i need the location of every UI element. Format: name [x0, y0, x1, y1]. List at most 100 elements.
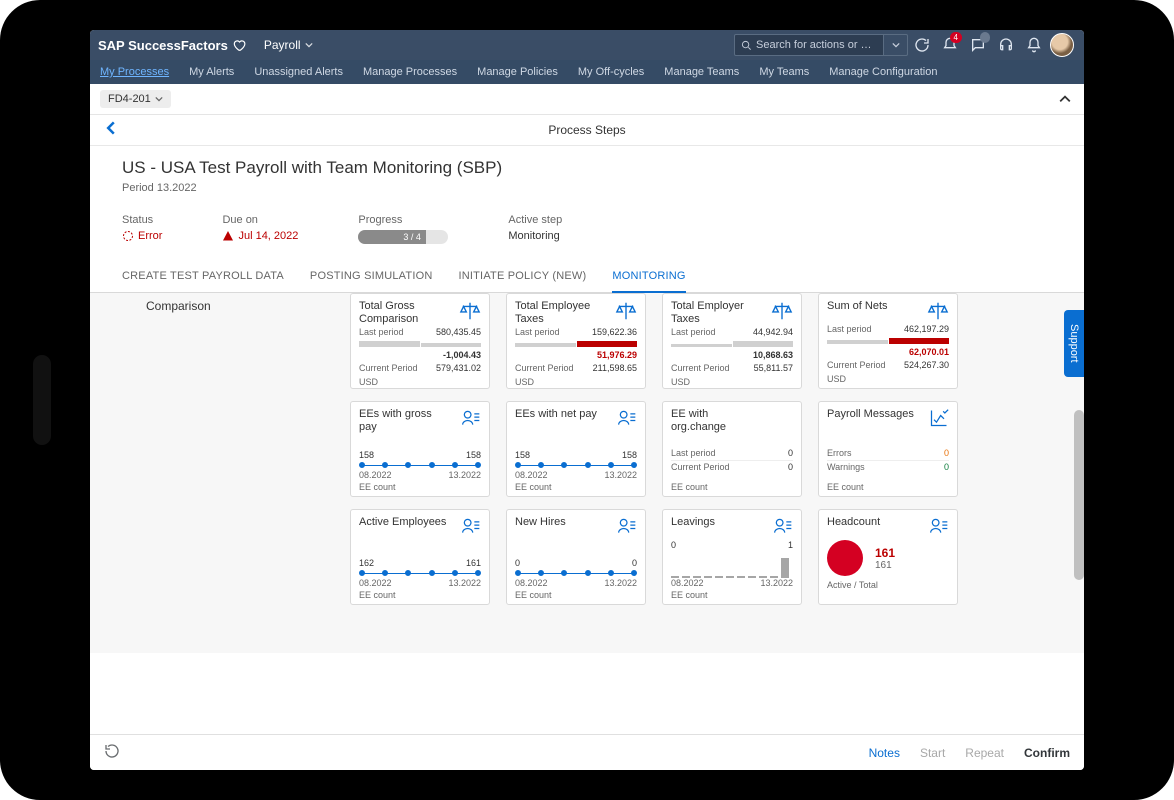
tile-leavings[interactable]: Leavings 01 08.202213.2022 EE count [662, 509, 802, 605]
repeat-button[interactable]: Repeat [965, 746, 1004, 760]
steps-title: Process Steps [548, 123, 625, 137]
tile-payroll-messages[interactable]: Payroll Messages Errors0 Warnings0 EE co… [818, 401, 958, 497]
search-placeholder: Search for actions or … [756, 39, 872, 51]
subnav-manage-configuration[interactable]: Manage Configuration [829, 66, 937, 78]
tiles-grid: Total Gross Comparison Last period580,43… [350, 293, 1084, 633]
variant-row: FD4-201 [90, 84, 1084, 115]
tile-title: Payroll Messages [827, 408, 914, 421]
tile-title: Headcount [827, 516, 880, 529]
subnav-my-teams[interactable]: My Teams [759, 66, 809, 78]
chevron-left-icon [104, 121, 118, 135]
status-text: Error [138, 230, 162, 242]
support-tab[interactable]: Support [1064, 310, 1084, 377]
tile-total-gross[interactable]: Total Gross Comparison Last period580,43… [350, 293, 490, 389]
brand-text: SAP SuccessFactors [98, 38, 228, 53]
start-button[interactable]: Start [920, 746, 945, 760]
tile-employee-taxes[interactable]: Total Employee Taxes Last period159,622.… [506, 293, 646, 389]
alerts-button[interactable] [1020, 31, 1048, 59]
tile-title: Total Employer Taxes [671, 300, 763, 326]
step-tabs: CREATE TEST PAYROLL DATA POSTING SIMULAT… [90, 262, 1084, 293]
back-button[interactable] [104, 121, 118, 140]
subnav-my-alerts[interactable]: My Alerts [189, 66, 234, 78]
steps-header: Process Steps [90, 115, 1084, 146]
variant-label: FD4-201 [108, 93, 151, 105]
status-block: Status Error [122, 214, 162, 242]
footer-bar: Notes Start Repeat Confirm [90, 734, 1084, 770]
sync-icon [914, 37, 930, 53]
brand: SAP SuccessFactors [98, 38, 246, 53]
tab-create-test-payroll[interactable]: CREATE TEST PAYROLL DATA [122, 262, 284, 292]
person-list-icon [617, 516, 637, 536]
confirm-button[interactable]: Confirm [1024, 746, 1070, 760]
tile-ees-gross-pay[interactable]: EEs with gross pay 158158 08.202213.2022… [350, 401, 490, 497]
help-button[interactable] [992, 31, 1020, 59]
tile-title: EEs with net pay [515, 408, 597, 421]
scrollbar[interactable] [1074, 410, 1084, 580]
bell-icon [1026, 37, 1042, 53]
tile-title: Active Employees [359, 516, 446, 529]
active-step-block: Active step Monitoring [508, 214, 562, 242]
headcount-donut [827, 540, 863, 576]
subnav-unassigned-alerts[interactable]: Unassigned Alerts [254, 66, 343, 78]
active-step-value: Monitoring [508, 230, 562, 242]
tile-headcount[interactable]: Headcount 161 161 Active / Total [818, 509, 958, 605]
profile-menu[interactable] [1048, 31, 1076, 59]
page-body: FD4-201 Process Steps US - USA Test Payr… [90, 84, 1084, 734]
due-block: Due on Jul 14, 2022 [222, 214, 298, 242]
search-scope-dropdown[interactable] [884, 34, 908, 56]
comparison-col: Comparison [90, 293, 350, 633]
process-period: Period 13.2022 [122, 182, 1052, 194]
refresh-button[interactable] [104, 743, 120, 762]
process-title: US - USA Test Payroll with Team Monitori… [122, 158, 1052, 178]
subnav-manage-teams[interactable]: Manage Teams [664, 66, 739, 78]
avatar [1050, 33, 1074, 57]
refresh-icon [104, 743, 120, 759]
module-dropdown[interactable]: Payroll [264, 38, 313, 52]
sync-button[interactable] [908, 31, 936, 59]
tab-initiate-policy[interactable]: INITIATE POLICY (NEW) [458, 262, 586, 292]
tab-monitoring[interactable]: MONITORING [612, 262, 685, 293]
error-icon [122, 230, 134, 242]
leavings-bars [671, 554, 793, 578]
subnav-manage-policies[interactable]: Manage Policies [477, 66, 558, 78]
tile-title: Leavings [671, 516, 715, 529]
tile-title: EEs with gross pay [359, 408, 451, 434]
scale-icon [459, 300, 481, 322]
tile-new-hires[interactable]: New Hires 00 08.202213.2022 EE count [506, 509, 646, 605]
subnav-my-processes[interactable]: My Processes [100, 66, 169, 78]
tile-employer-taxes[interactable]: Total Employer Taxes Last period44,942.9… [662, 293, 802, 389]
progress-block: Progress 3 / 4 [358, 214, 448, 244]
heart-icon [232, 38, 246, 52]
notifications-button[interactable]: 4 [936, 31, 964, 59]
search-input[interactable]: Search for actions or … [734, 34, 884, 56]
headcount-total: 161 [875, 560, 895, 571]
subnav-my-offcycles[interactable]: My Off-cycles [578, 66, 644, 78]
sub-nav: My Processes My Alerts Unassigned Alerts… [90, 60, 1084, 84]
subnav-manage-processes[interactable]: Manage Processes [363, 66, 457, 78]
progress-bar: 3 / 4 [358, 230, 448, 244]
collapse-header-button[interactable] [1056, 90, 1074, 108]
tile-ees-net-pay[interactable]: EEs with net pay 158158 08.202213.2022 E… [506, 401, 646, 497]
headcount-active: 161 [875, 546, 895, 560]
due-label: Due on [222, 214, 298, 226]
tile-title: New Hires [515, 516, 566, 529]
tile-title: Sum of Nets [827, 300, 888, 313]
headset-icon [998, 37, 1014, 53]
search-icon [741, 40, 752, 51]
todos-button[interactable] [964, 31, 992, 59]
tab-posting-simulation[interactable]: POSTING SIMULATION [310, 262, 433, 292]
warning-icon [222, 230, 234, 242]
status-label: Status [122, 214, 162, 226]
tile-active-employees[interactable]: Active Employees 162161 08.202213.2022 E… [350, 509, 490, 605]
person-list-icon [929, 516, 949, 536]
progress-text: 3 / 4 [358, 230, 426, 244]
monitoring-panel: Comparison Total Gross Comparison Last p… [90, 293, 1084, 653]
variant-dropdown[interactable]: FD4-201 [100, 90, 171, 108]
tile-sum-of-nets[interactable]: Sum of Nets Last period462,197.29 62,070… [818, 293, 958, 389]
chevron-down-icon [305, 41, 313, 49]
scale-icon [771, 300, 793, 322]
notes-button[interactable]: Notes [869, 746, 900, 760]
tile-ee-org-change[interactable]: EE with org.change Last period0 Current … [662, 401, 802, 497]
process-header: US - USA Test Payroll with Team Monitori… [90, 146, 1084, 200]
status-row: Status Error Due on Jul 14, 2022 Progres… [90, 200, 1084, 262]
